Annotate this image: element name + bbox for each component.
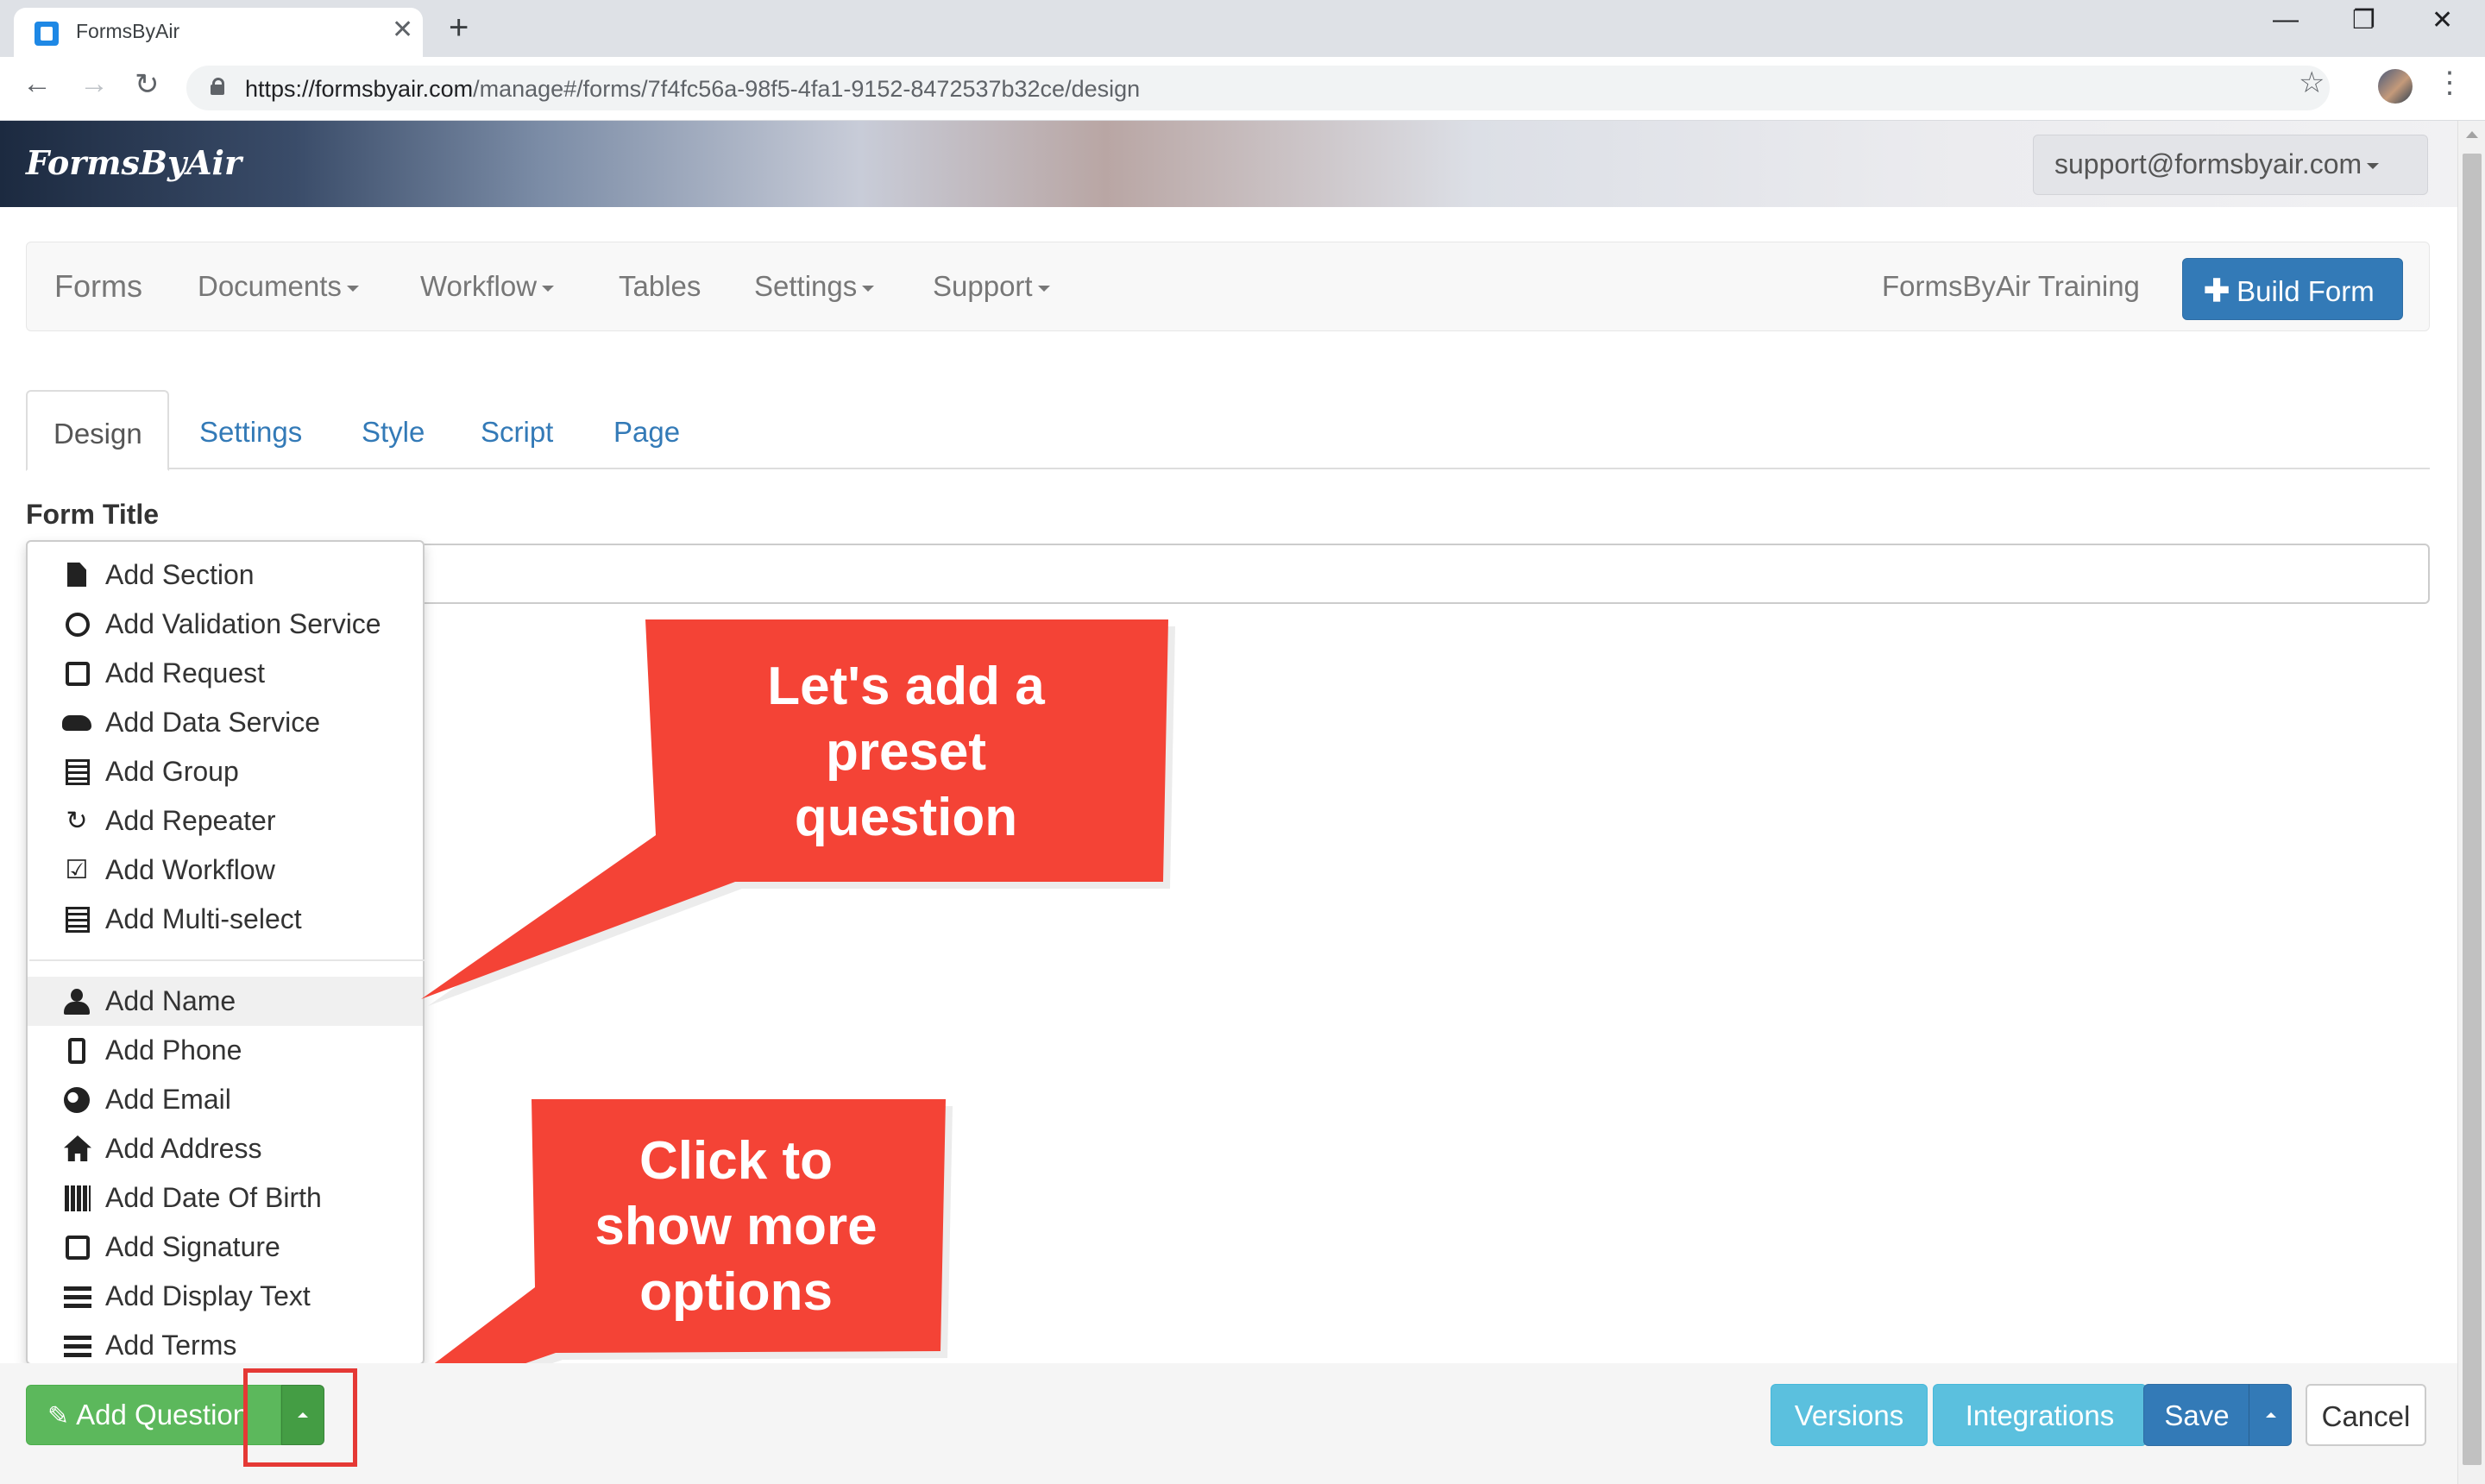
tab-page[interactable]: Page — [613, 390, 680, 469]
tab-script[interactable]: Script — [481, 390, 553, 469]
integrations-button[interactable]: Integrations — [1933, 1384, 2147, 1446]
app-header-banner: FormsByAir support@formsbyair.com — [0, 121, 2457, 207]
add-question-dropdown-menu: Add Section Add Validation Service Add R… — [26, 540, 425, 1365]
chevron-down-icon — [862, 285, 875, 292]
nav-tables[interactable]: Tables — [619, 270, 701, 303]
menu-item-add-email[interactable]: Add Email — [28, 1075, 423, 1124]
close-window-icon[interactable]: ✕ — [2432, 5, 2453, 35]
close-tab-icon[interactable]: ✕ — [392, 15, 413, 45]
highlight-box — [243, 1368, 357, 1467]
minimize-icon[interactable]: — — [2273, 5, 2299, 35]
chevron-down-icon — [346, 285, 359, 292]
home-icon — [64, 1135, 91, 1161]
menu-item-add-signature[interactable]: Add Signature — [28, 1223, 423, 1272]
list-icon — [64, 1336, 91, 1358]
brand-logo[interactable]: FormsByAir — [26, 143, 242, 182]
menu-item-add-validation-service[interactable]: Add Validation Service — [28, 600, 423, 649]
versions-button[interactable]: Versions — [1771, 1384, 1928, 1446]
list-alt-icon — [66, 907, 90, 933]
edit-icon — [66, 1236, 90, 1260]
external-link-icon — [66, 662, 90, 686]
main-navbar: Forms Documents Workflow Tables Settings… — [26, 242, 2430, 331]
forward-arrow-icon[interactable]: → — [79, 67, 109, 101]
chevron-down-icon — [2367, 163, 2380, 170]
back-arrow-icon[interactable]: ← — [22, 67, 52, 101]
user-icon — [64, 989, 90, 1015]
restore-icon[interactable]: ❐ — [2352, 5, 2375, 35]
formsbyair-favicon-icon — [35, 22, 59, 46]
menu-item-add-workflow[interactable]: ☑ Add Workflow — [28, 846, 423, 895]
globe-icon — [64, 1087, 90, 1113]
tab-design[interactable]: Design — [26, 390, 169, 471]
form-editor-tabs: Design Settings Style Script Page — [26, 390, 2430, 471]
file-icon — [67, 563, 86, 587]
add-question-label: Add Question — [76, 1399, 249, 1431]
plus-icon: ✚ — [2204, 273, 2230, 308]
menu-item-add-phone[interactable]: Add Phone — [28, 1026, 423, 1075]
save-button[interactable]: Save — [2143, 1384, 2250, 1446]
scroll-up-icon[interactable] — [2466, 131, 2478, 138]
nav-documents[interactable]: Documents — [198, 270, 359, 303]
check-circle-icon — [66, 613, 90, 637]
callout-more-options-text: Click to show more options — [595, 1131, 878, 1322]
nav-support[interactable]: Support — [933, 270, 1050, 303]
phone-icon — [68, 1038, 85, 1064]
scroll-thumb[interactable] — [2463, 154, 2482, 1465]
menu-item-add-request[interactable]: Add Request — [28, 649, 423, 698]
lock-icon[interactable] — [211, 78, 224, 95]
browser-tab-strip: FormsByAir ✕ + — ❐ ✕ — [0, 0, 2485, 57]
menu-item-add-section[interactable]: Add Section — [28, 550, 423, 600]
pencil-icon: ✎ — [47, 1402, 70, 1431]
new-tab-icon[interactable]: + — [449, 7, 469, 48]
menu-item-add-data-service[interactable]: Add Data Service — [28, 698, 423, 747]
user-email: support@formsbyair.com — [2054, 148, 2362, 179]
browser-menu-icon[interactable]: ⋮ — [2435, 66, 2464, 100]
profile-avatar[interactable] — [2378, 69, 2413, 104]
align-justify-icon — [64, 1286, 91, 1309]
reload-icon[interactable]: ↻ — [135, 67, 160, 102]
form-title-label: Form Title — [26, 499, 160, 530]
calendar-icon — [65, 1185, 91, 1211]
menu-item-add-date-of-birth[interactable]: Add Date Of Birth — [28, 1173, 423, 1223]
nav-settings[interactable]: Settings — [754, 270, 875, 303]
save-dropdown-toggle[interactable] — [2249, 1384, 2292, 1446]
user-menu-button[interactable]: support@formsbyair.com — [2033, 135, 2428, 195]
menu-item-add-display-text[interactable]: Add Display Text — [28, 1272, 423, 1321]
chevron-down-icon — [1037, 285, 1050, 292]
menu-item-add-multi-select[interactable]: Add Multi-select — [28, 895, 423, 944]
address-bar[interactable]: https://formsbyair.com/manage#/forms/7f4… — [186, 66, 2330, 110]
page-scrollbar[interactable] — [2457, 121, 2485, 1484]
chevron-down-icon — [542, 285, 555, 292]
build-form-label: Build Form — [2236, 275, 2375, 307]
browser-toolbar: ← → ↻ https://formsbyair.com/manage#/for… — [0, 57, 2485, 121]
menu-item-add-repeater[interactable]: ↻ Add Repeater — [28, 796, 423, 846]
bookmark-star-icon[interactable]: ☆ — [2299, 66, 2325, 100]
tab-settings[interactable]: Settings — [199, 390, 302, 469]
callout-preset-text: Let's add a preset question — [767, 657, 1045, 847]
nav-forms[interactable]: Forms — [54, 268, 142, 305]
menu-item-add-name[interactable]: Add Name — [28, 977, 423, 1026]
caret-up-icon — [2266, 1412, 2276, 1418]
organization-name[interactable]: FormsByAir Training — [1882, 270, 2140, 303]
build-form-button[interactable]: ✚ Build Form — [2182, 258, 2403, 320]
nav-workflow[interactable]: Workflow — [420, 270, 555, 303]
list-alt-icon — [66, 759, 90, 785]
menu-item-add-group[interactable]: Add Group — [28, 747, 423, 796]
browser-tab[interactable]: FormsByAir ✕ — [14, 8, 423, 57]
browser-tab-title: FormsByAir — [76, 20, 180, 42]
refresh-icon: ↻ — [66, 807, 88, 835]
menu-item-add-address[interactable]: Add Address — [28, 1124, 423, 1173]
check-square-icon: ☑ — [65, 856, 89, 884]
tab-style[interactable]: Style — [362, 390, 425, 469]
url-text: https://formsbyair.com/manage#/forms/7f4… — [245, 76, 1141, 102]
cancel-button[interactable]: Cancel — [2306, 1384, 2426, 1446]
cloud-icon — [62, 715, 91, 731]
menu-divider — [29, 959, 425, 961]
